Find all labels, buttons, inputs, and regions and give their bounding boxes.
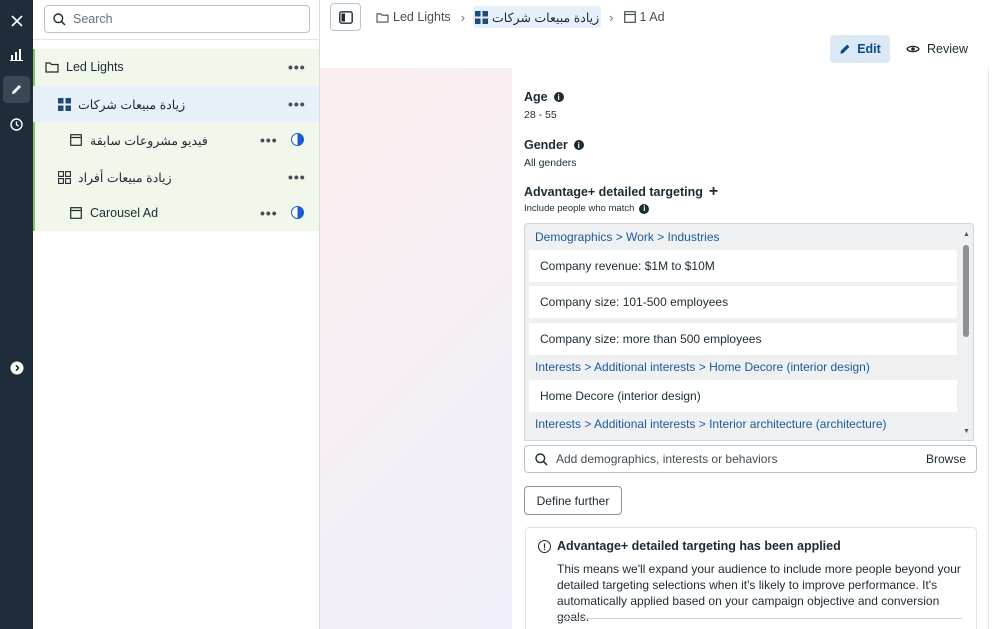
breadcrumb-ad-label: 1 Ad — [639, 10, 665, 24]
gender-value: All genders — [524, 157, 577, 169]
chart-icon[interactable] — [3, 41, 30, 68]
left-rail — [0, 0, 33, 629]
tree-row-ad[interactable]: فيديو مشروعات سابقة ••• — [33, 122, 319, 158]
info-icon[interactable]: i — [553, 92, 564, 102]
delivery-status-icon — [291, 206, 304, 219]
age-value: 28 - 55 — [524, 109, 557, 121]
targeting-title: Advantage+ detailed targeting + — [524, 183, 719, 200]
scroll-up-icon[interactable]: ▲ — [962, 231, 971, 239]
tree-row-ad[interactable]: Carousel Ad ••• — [33, 195, 319, 231]
chevron-right-icon: › — [609, 9, 614, 25]
folder-icon — [376, 12, 389, 23]
adset-label: زيادة مبيعات شركات — [78, 97, 186, 112]
tree-row-campaign[interactable]: Led Lights ••• — [33, 49, 319, 85]
scrollbar[interactable]: ▲ ▼ — [962, 227, 971, 439]
advantage-notice: ! Advantage+ detailed targeting has been… — [525, 527, 977, 629]
adset-grid-icon — [475, 10, 489, 24]
edit-button[interactable]: Edit — [830, 35, 890, 63]
adset-grid-outline-icon — [57, 170, 71, 184]
breadcrumb-adset-label: زيادة مبيعات شركات — [492, 10, 600, 25]
gender-title: Gender i — [524, 138, 584, 152]
add-targeting-input[interactable] — [556, 452, 896, 466]
add-targeting-box: Browse — [524, 445, 977, 473]
notice-title: Advantage+ detailed targeting has been a… — [557, 539, 841, 553]
targeting-category[interactable]: Interests > Additional interests > Inter… — [535, 417, 887, 431]
campaign-tree-panel: Led Lights ••• زيادة مبيعات شركات ••• في… — [33, 0, 320, 629]
expand-chevron-icon[interactable] — [3, 354, 30, 381]
targeting-subtitle: Include people who match i — [524, 203, 650, 214]
age-title: Age i — [524, 90, 564, 104]
tree-row-adset[interactable]: زيادة مبيعات أفراد ••• — [33, 159, 319, 195]
ad-icon — [69, 133, 83, 147]
sidebar-toggle-icon — [338, 10, 353, 24]
breadcrumb-adset[interactable]: زيادة مبيعات شركات — [473, 6, 602, 28]
more-options-icon[interactable]: ••• — [288, 97, 306, 111]
info-icon[interactable]: i — [573, 140, 584, 150]
chevron-right-icon: › — [460, 9, 466, 25]
divider — [33, 39, 320, 40]
review-label: Review — [927, 42, 968, 56]
search-icon — [53, 12, 66, 26]
more-options-icon[interactable]: ••• — [260, 206, 278, 220]
targeting-item[interactable]: Company size: more than 500 employees — [529, 323, 957, 355]
targeting-item[interactable]: Company size: 101-500 employees — [529, 286, 957, 318]
divider — [557, 618, 962, 619]
clock-icon[interactable] — [3, 111, 30, 138]
breadcrumb-campaign-label: Led Lights — [393, 10, 451, 24]
notice-body: This means we'll expand your audience to… — [557, 562, 961, 624]
scroll-gutter — [988, 68, 1000, 629]
folder-icon — [45, 60, 59, 74]
targeting-category[interactable]: Interests > Additional interests > Home … — [535, 360, 870, 374]
more-options-icon[interactable]: ••• — [288, 60, 306, 74]
header: Led Lights › زيادة مبيعات شركات › 1 Ad E… — [320, 0, 1000, 68]
pencil-icon — [840, 44, 850, 54]
search-input[interactable] — [73, 12, 293, 26]
ad-label: فيديو مشروعات سابقة — [90, 133, 208, 148]
tree-row-adset[interactable]: زيادة مبيعات شركات ••• — [33, 86, 319, 122]
more-options-icon[interactable]: ••• — [260, 133, 278, 147]
delivery-status-icon — [291, 133, 304, 146]
toggle-panel-button[interactable] — [330, 3, 361, 31]
search-icon — [535, 452, 548, 466]
breadcrumb-campaign[interactable]: Led Lights — [374, 6, 453, 28]
info-icon[interactable]: i — [639, 203, 650, 214]
eye-icon — [906, 45, 920, 53]
alert-icon: ! — [538, 540, 551, 553]
review-button[interactable]: Review — [904, 35, 976, 63]
search-box — [44, 5, 310, 33]
breadcrumb: Led Lights › زيادة مبيعات شركات › 1 Ad — [374, 6, 667, 28]
breadcrumb-ad[interactable]: 1 Ad — [622, 6, 667, 28]
plus-icon[interactable]: + — [709, 184, 718, 200]
targeting-item[interactable]: Company revenue: $1M to $10M — [529, 250, 957, 282]
scrollbar-thumb[interactable] — [963, 245, 969, 337]
ad-label: Carousel Ad — [90, 206, 159, 220]
browse-button[interactable]: Browse — [926, 452, 966, 466]
targeting-list: Demographics > Work > Industries Company… — [524, 223, 974, 441]
campaign-label: Led Lights — [66, 60, 124, 74]
adset-label: زيادة مبيعات أفراد — [78, 170, 172, 185]
targeting-item[interactable]: Home Decore (interior design) — [529, 380, 957, 412]
edit-label: Edit — [857, 42, 881, 56]
ad-icon — [69, 206, 83, 220]
close-icon[interactable] — [3, 7, 30, 34]
define-further-button[interactable]: Define further — [524, 486, 622, 515]
pencil-icon[interactable] — [3, 76, 30, 103]
targeting-category[interactable]: Demographics > Work > Industries — [535, 230, 720, 244]
scroll-down-icon[interactable]: ▼ — [962, 428, 971, 436]
ad-icon — [623, 11, 636, 23]
more-options-icon[interactable]: ••• — [288, 170, 306, 184]
adset-grid-icon — [57, 97, 71, 111]
